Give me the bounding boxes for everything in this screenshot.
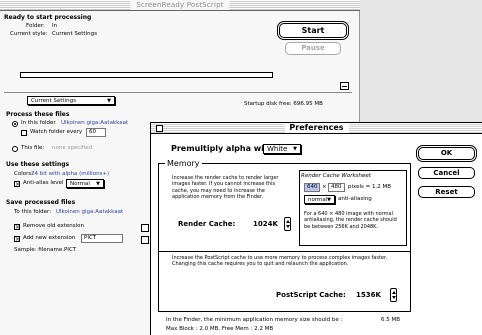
antialias-label: Anti-alias level [23,180,64,186]
worksheet-title: Render Cache Worksheet [301,173,371,179]
premultiply-label: Premultiply alpha with [171,144,274,153]
antialias-checkbox[interactable]: × [14,181,20,188]
render-cache-label: Render Cache: [178,220,236,228]
chevron-down-icon: ▼ [107,98,111,104]
memory-legend: Memory [165,159,202,168]
watch-folder-label: Watch folder every [30,129,83,135]
current-style-value: Current Settings [52,31,97,37]
progress-bar [20,72,273,78]
ok-button[interactable]: OK [418,147,475,160]
preferences-title: Preferences [284,123,349,133]
remove-extension-label: Remove old extension [23,223,85,229]
save-heading: Save processed files [6,199,76,206]
in-this-folder-radio[interactable] [12,121,18,127]
max-block-info: Max Block : 2.0 MB, Free Mem : 2.2 MB [166,326,274,332]
antialias-popup[interactable]: Normal ▼ [66,179,104,188]
watch-folder-field[interactable]: 60 [86,128,106,137]
worksheet-pixels: pixels = 1.2 MB [348,184,392,190]
folder-value: In [52,23,58,29]
ps-cache-stepper[interactable] [390,288,397,302]
status-text: Ready to start processing [4,14,92,21]
worksheet-height-field[interactable]: 480 [328,183,345,192]
add-extension-label: Add new extension [23,235,76,241]
cancel-button[interactable]: Cancel [418,167,475,179]
divider [4,92,352,93]
worksheet-antialias-label: anti-aliasing [338,196,372,202]
worksheet-times: × [322,184,327,190]
worksheet-note: For a 640 × 480 image with normal antial… [304,211,397,230]
close-box-icon[interactable] [156,125,163,132]
ps-cache-label: PostScript Cache: [276,291,346,299]
premultiply-popup[interactable]: White ▼ [263,144,301,154]
worksheet-antialias-popup[interactable]: normal ▼ [304,195,335,204]
main-title-bar[interactable]: ScreenReady PostScript [0,0,360,11]
worksheet-antialias-value: normal [308,197,328,203]
this-file-value: none specified [52,145,93,151]
settings-popup-value: Current Settings [31,98,76,104]
ps-cache-help: Increase the PostScript cache to use mor… [172,255,388,268]
sample-filename: Sample: filename.PICT [14,247,77,253]
to-this-folder-value[interactable]: Ulkoinen giga:Aatakkaat [56,209,123,216]
colors-value[interactable]: 24 bit with alpha (millions+) [31,171,109,178]
settings-heading: Use these settings [6,161,70,168]
option-box-icon[interactable] [141,224,149,232]
watch-folder-checkbox[interactable] [21,130,27,136]
remove-extension-checkbox[interactable]: × [14,224,20,231]
chevron-down-icon: ▼ [96,181,100,187]
render-cache-stepper[interactable] [284,217,291,231]
settings-popup[interactable]: Current Settings ▼ [27,96,115,105]
finder-note-value: 6.5 MB [381,317,401,323]
render-cache-value: 1024K [253,220,278,228]
this-file-radio[interactable] [12,146,18,152]
pause-button[interactable]: Pause [285,42,341,55]
option-box-icon[interactable] [141,236,149,244]
chevron-down-icon: ▼ [327,197,331,203]
in-this-folder-path[interactable]: Ulkoinen giga:Aatakkaat [61,120,128,127]
finder-note: In the Finder, the minimum application m… [166,317,343,323]
process-heading: Process these files [6,111,70,118]
current-style-label: Current style: [10,31,48,37]
this-file-label: This file: [21,145,45,151]
folder-label: Folder: [26,23,45,29]
collapse-icon-line [342,86,347,87]
in-this-folder-label: In this folder [21,120,56,126]
preferences-dialog: Preferences Premultiply alpha with White… [150,122,482,335]
antialias-popup-value: Normal [70,181,90,187]
add-extension-checkbox[interactable]: × [14,236,20,243]
worksheet-width-field[interactable]: 640 [304,183,320,192]
collapse-icon[interactable] [340,82,349,90]
reset-button[interactable]: Reset [418,186,475,198]
preferences-title-bar[interactable]: Preferences [151,123,482,134]
add-extension-field[interactable]: PICT [81,234,123,243]
memory-divider [159,251,410,252]
startup-disk-free: Startup disk free: 696.95 MB [244,101,323,107]
to-this-folder-label: To this folder: [14,209,52,215]
ps-cache-value: 1536K [356,291,381,299]
render-cache-help: Increase the render cache to render larg… [172,175,279,201]
worksheet-box [299,170,407,246]
main-window-title: ScreenReady PostScript [130,0,230,10]
chevron-down-icon: ▼ [293,146,297,152]
premultiply-popup-value: White [267,145,288,153]
start-button[interactable]: Start [279,23,347,38]
